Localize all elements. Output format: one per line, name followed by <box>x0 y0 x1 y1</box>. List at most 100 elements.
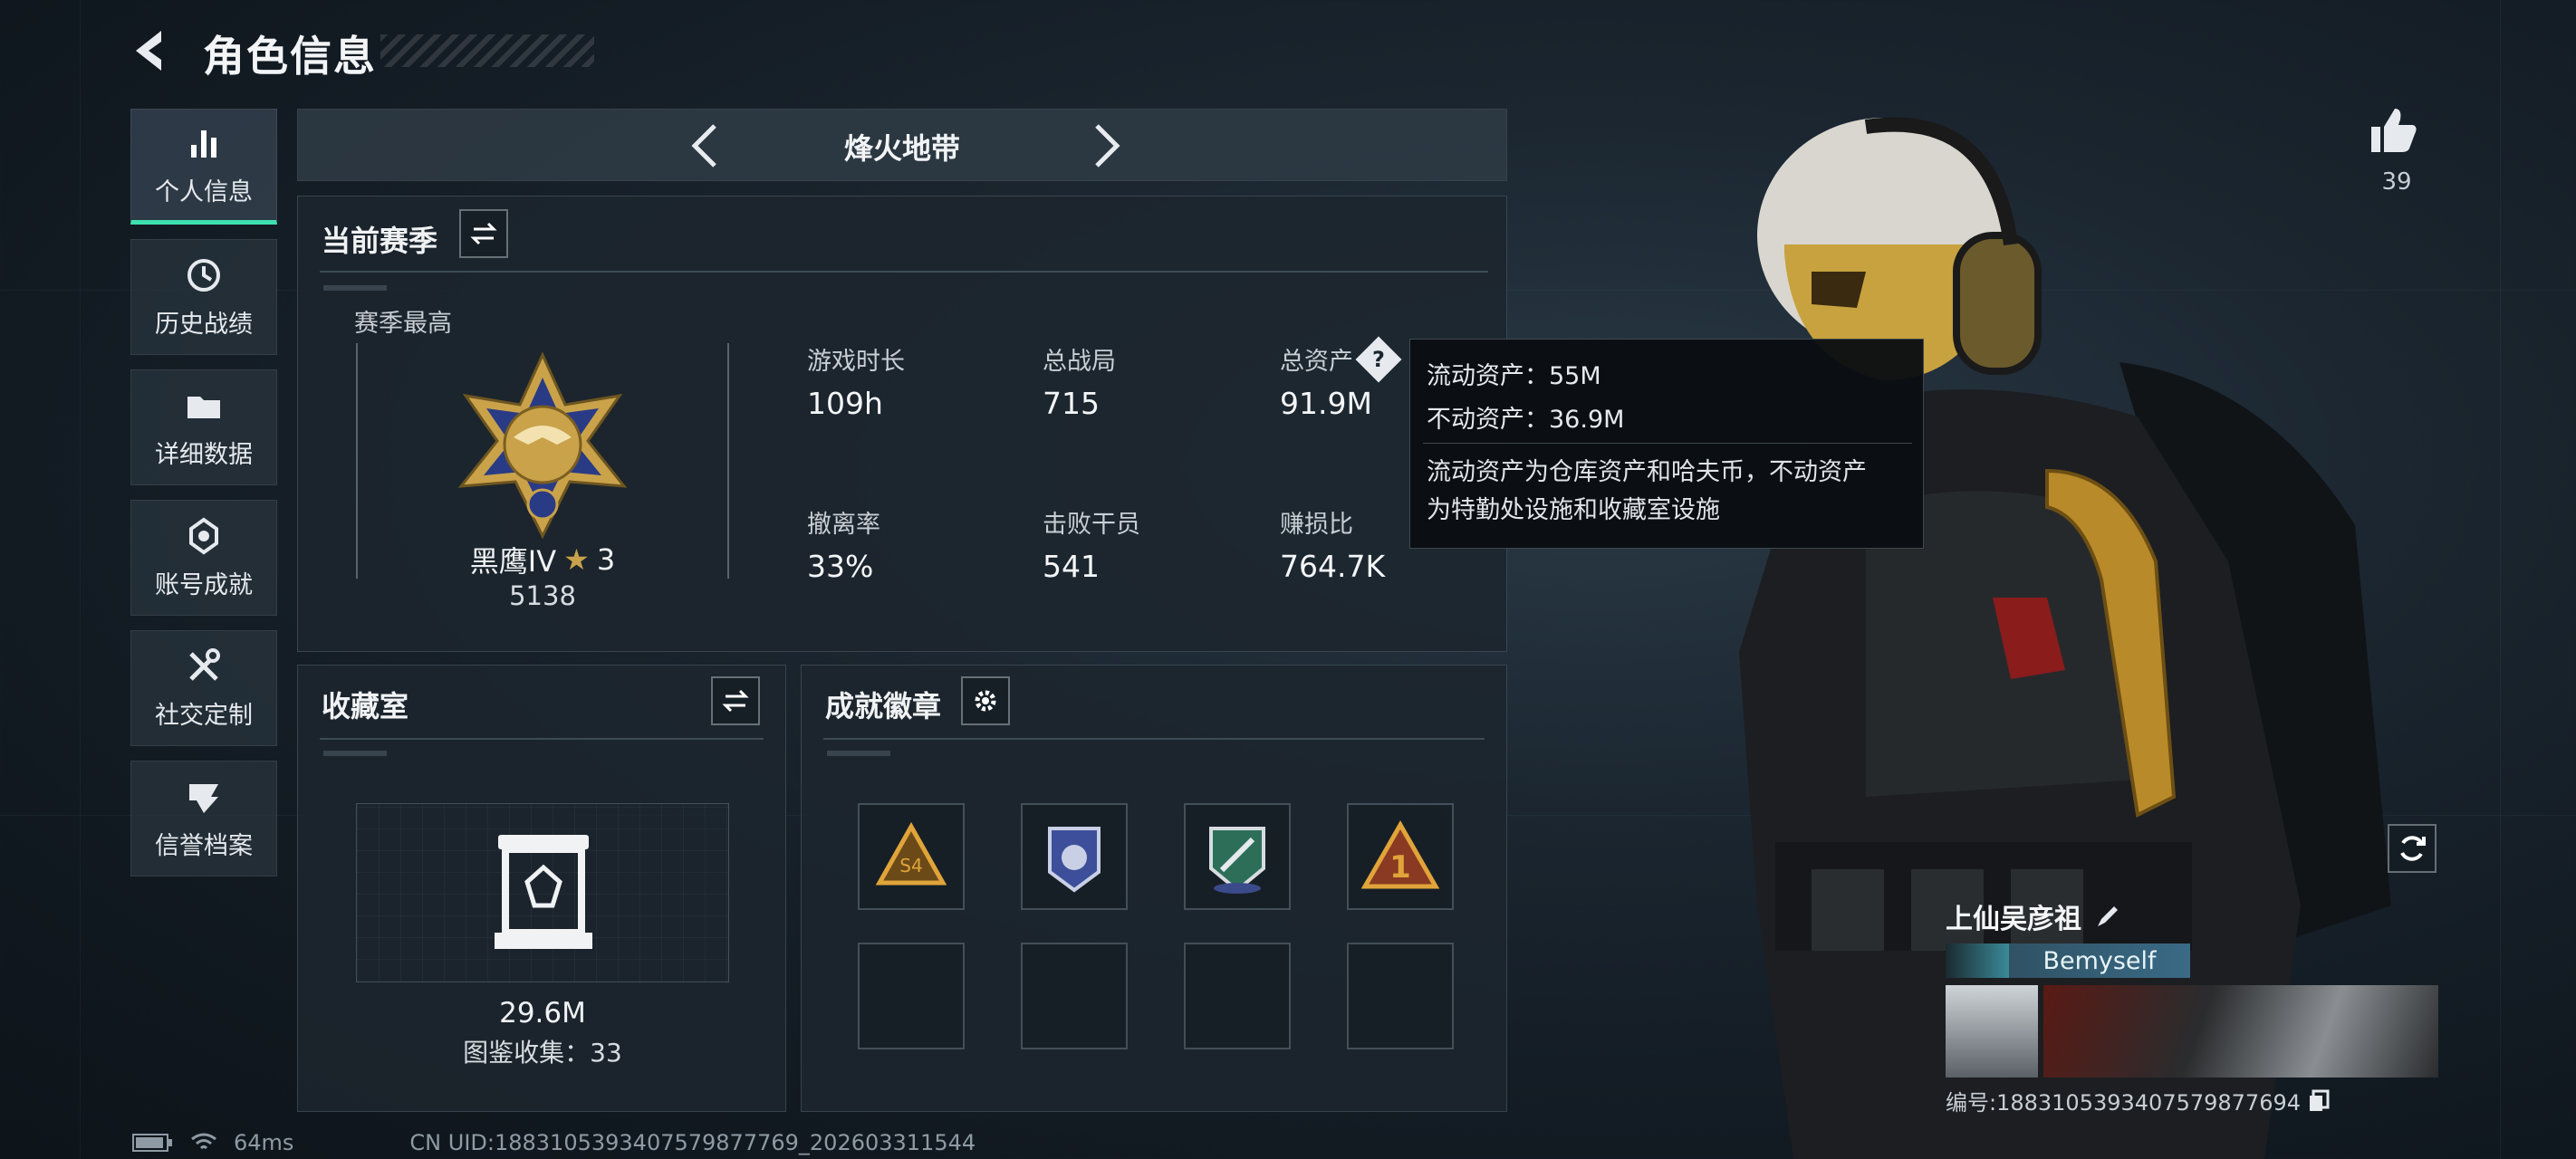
stat-play-time: 游戏时长 109h <box>807 341 905 421</box>
empty-badge-slot[interactable] <box>1184 943 1291 1049</box>
player-tag: Bemyself <box>2043 946 2157 975</box>
swap-icon <box>722 689 749 713</box>
rotate-model-button[interactable] <box>2388 824 2437 873</box>
sidebar-item-label: 个人信息 <box>155 177 253 206</box>
stat-value: 715 <box>1043 386 1100 421</box>
badge-s4-icon: S4 <box>875 821 947 886</box>
achievement-badge-slot[interactable] <box>1021 803 1128 910</box>
help-question-icon[interactable]: ? <box>1355 336 1402 382</box>
page-title: 角色信息 <box>203 32 377 81</box>
like-count: 39 <box>2381 168 2412 196</box>
season-switch-button[interactable] <box>459 209 508 258</box>
stat-label: 击败干员 <box>1043 511 1140 539</box>
badge-green-shield-icon <box>1209 827 1265 894</box>
collection-room-preview[interactable] <box>356 803 729 982</box>
uid-text: CN UID:1883105393407579877769_2026033115… <box>409 1130 976 1155</box>
folder-icon <box>187 396 220 418</box>
achievements-panel: 成就徽章 S4 1 <box>801 665 1507 1112</box>
deco-bar <box>827 751 890 756</box>
mode-title: 烽火地带 <box>843 131 960 166</box>
tooltip-desc-line1: 流动资产为仓库资产和哈夫币，不动资产 <box>1427 458 1867 486</box>
season-panel: 当前赛季 赛季最高 黑鹰IV ★ 3 5138 游戏时长 109h 总战局 71… <box>297 196 1507 652</box>
copy-icon[interactable] <box>2308 1089 2330 1113</box>
rank-name-row: 黑鹰IV ★ 3 <box>407 539 678 580</box>
stat-value: 764.7K <box>1280 549 1386 584</box>
stat-label: 总战局 <box>1043 348 1116 376</box>
shield-badge-icon <box>189 783 218 813</box>
stat-label: 总资产 <box>1280 348 1353 376</box>
collection-count: 图鉴收集：33 <box>463 1038 622 1068</box>
season-best-label: 赛季最高 <box>354 310 452 338</box>
player-id: 编号:1883105393407579877694 <box>1946 1090 2302 1116</box>
collection-panel: 收藏室 29.6M 图鉴收集：33 <box>297 665 786 1112</box>
display-case-icon <box>495 835 592 949</box>
blackhawk-rank-emblem-icon <box>457 351 628 540</box>
stat-total-assets: 总资产 ? 91.9M <box>1280 336 1402 421</box>
divider <box>823 738 1485 740</box>
stat-total-matches: 总战局 715 <box>1043 341 1116 421</box>
avatar[interactable] <box>1946 985 2038 1078</box>
achievement-icon <box>189 517 218 554</box>
collection-title: 收藏室 <box>322 689 409 723</box>
refresh-icon <box>2400 836 2426 861</box>
sidebar-item-achievements[interactable]: 账号成就 <box>130 500 277 616</box>
empty-badge-slot[interactable] <box>1347 943 1454 1049</box>
tooltip-desc-line2: 为特勤处设施和收藏室设施 <box>1427 496 1720 524</box>
profile-banner-image <box>2043 985 2438 1078</box>
stat-extract-rate: 撤离率 33% <box>807 504 880 584</box>
svg-text:1: 1 <box>1389 849 1411 886</box>
sidebar-item-label: 详细数据 <box>155 440 253 469</box>
sidebar-item-credit[interactable]: 信誉档案 <box>130 761 277 876</box>
badge-police-icon <box>1048 827 1101 893</box>
chevron-right-icon <box>1095 124 1120 168</box>
status-bar: 64ms CN UID:1883105393407579877769_20260… <box>132 1130 976 1155</box>
stat-kills: 击败干员 541 <box>1043 504 1140 584</box>
achievement-badge-slot[interactable] <box>1184 803 1291 910</box>
tools-icon <box>189 647 220 681</box>
bar-chart-icon <box>191 129 216 158</box>
ping-text: 64ms <box>234 1130 294 1155</box>
rank-stars: 3 <box>596 542 616 577</box>
collection-switch-button[interactable] <box>711 676 760 725</box>
assets-tooltip: 流动资产：55M 不动资产：36.9M 流动资产为仓库资产和哈夫币，不动资产 为… <box>1409 339 1924 549</box>
edit-pencil-icon[interactable] <box>2094 903 2121 930</box>
sidebar-item-label: 信誉档案 <box>155 831 253 860</box>
sidebar-item-social[interactable]: 社交定制 <box>130 630 277 746</box>
stat-label: 撤离率 <box>807 511 880 539</box>
battery-icon <box>132 1134 172 1152</box>
divider <box>320 738 764 740</box>
profile-card: 上仙吴彦祖 Bemyself 编号:1883105393407579877694 <box>1946 896 2442 1116</box>
stat-value: 541 <box>1043 549 1100 584</box>
back-button[interactable] <box>127 25 178 76</box>
stat-profit-ratio: 赚损比 764.7K <box>1280 504 1385 584</box>
collection-value: 29.6M <box>499 997 586 1030</box>
star-icon: ★ <box>563 542 590 577</box>
tooltip-fixed-assets: 不动资产：36.9M <box>1427 406 1625 434</box>
next-mode-button[interactable] <box>1079 120 1129 171</box>
gear-icon <box>975 690 996 712</box>
season-title: 当前赛季 <box>322 224 438 258</box>
svg-text:S4: S4 <box>899 855 922 876</box>
back-arrow-icon <box>136 31 161 71</box>
achievements-settings-button[interactable] <box>961 676 1010 725</box>
stat-label: 游戏时长 <box>807 348 905 376</box>
empty-badge-slot[interactable] <box>858 943 965 1049</box>
stat-value: 109h <box>807 386 883 421</box>
profile-banner-row <box>1946 985 2442 1078</box>
sidebar-item-personal-info[interactable]: 个人信息 <box>130 109 277 225</box>
history-clock-icon <box>187 258 220 292</box>
sidebar-item-history[interactable]: 历史战绩 <box>130 239 277 355</box>
stat-value: 91.9M <box>1280 386 1372 421</box>
player-tag-banner: Bemyself <box>1946 943 2190 978</box>
achievement-badge-slot[interactable]: S4 <box>858 803 965 910</box>
rank-name: 黑鹰IV <box>469 544 557 579</box>
sidebar-item-detail-data[interactable]: 详细数据 <box>130 369 277 485</box>
divider <box>1423 443 1912 444</box>
sidebar-item-label: 社交定制 <box>155 701 253 730</box>
achievement-badge-slot[interactable]: 1 <box>1347 803 1454 910</box>
sidebar-item-label: 账号成就 <box>155 570 253 599</box>
empty-badge-slot[interactable] <box>1021 943 1128 1049</box>
stat-label: 赚损比 <box>1280 511 1353 539</box>
like-button[interactable] <box>2366 103 2429 161</box>
sidebar-item-label: 历史战绩 <box>155 310 253 339</box>
